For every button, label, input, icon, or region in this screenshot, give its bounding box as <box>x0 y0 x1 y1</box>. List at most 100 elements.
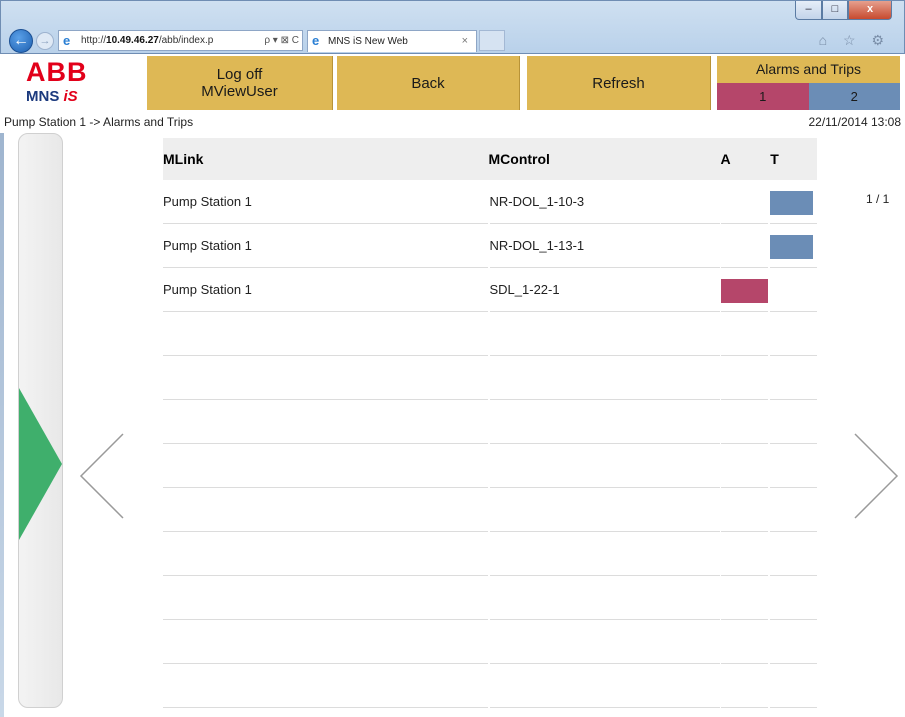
header-mlink[interactable]: MLink <box>163 138 489 180</box>
cell-alarm <box>720 576 769 620</box>
cell-alarm <box>720 180 769 224</box>
browser-titlebar: ← → e http://10.49.46.27/abb/index.p ρ ▾… <box>0 0 905 54</box>
breadcrumb: Pump Station 1 -> Alarms and Trips <box>4 115 194 129</box>
cell-mlink: Pump Station 1 <box>163 268 488 312</box>
cell-mcontrol <box>489 664 720 708</box>
cell-trip <box>770 400 817 444</box>
cell-alarm <box>720 400 769 444</box>
cell-trip <box>770 532 817 576</box>
minimize-icon[interactable]: – <box>795 1 822 20</box>
browser-tab[interactable]: e MNS iS New Web × <box>307 30 477 52</box>
trip-indicator[interactable] <box>770 235 814 259</box>
cell-trip <box>770 488 817 532</box>
cell-alarm <box>720 224 769 268</box>
cell-trip <box>770 356 817 400</box>
cell-mcontrol <box>489 444 720 488</box>
table-row[interactable] <box>163 664 817 708</box>
cell-mcontrol <box>489 620 720 664</box>
table-row[interactable] <box>163 488 817 532</box>
trip-count-badge[interactable]: 2 <box>808 83 900 110</box>
cell-alarm <box>720 312 769 356</box>
cell-alarm <box>720 268 769 312</box>
alarms-trips-panel[interactable]: Alarms and Trips 1 2 <box>717 56 900 110</box>
logo-brand: ABB <box>26 57 88 87</box>
date-time: 22/11/2014 13:08 <box>808 115 901 129</box>
header-mcontrol[interactable]: MControl <box>488 138 720 180</box>
logoff-user: MViewUser <box>201 83 278 100</box>
cell-mcontrol <box>489 312 720 356</box>
cell-mcontrol <box>489 532 720 576</box>
cell-trip <box>770 620 817 664</box>
cell-mlink <box>163 444 488 488</box>
cell-mlink <box>163 312 488 356</box>
table-row[interactable]: Pump Station 1 NR-DOL_1-13-1 <box>163 224 817 268</box>
refresh-button[interactable]: Refresh <box>527 56 711 110</box>
logo-product: MNS iS <box>26 89 78 105</box>
previous-page-chevron-icon[interactable] <box>78 432 126 520</box>
logo-product-suffix: iS <box>63 88 78 105</box>
close-window-icon[interactable]: x <box>848 1 892 20</box>
cell-trip <box>770 224 817 268</box>
tab-title: MNS iS New Web <box>328 36 408 47</box>
forward-arrow-icon[interactable]: → <box>36 32 54 50</box>
cell-mlink <box>163 664 488 708</box>
abb-logo: ABB MNS iS <box>26 58 106 108</box>
table-row[interactable] <box>163 356 817 400</box>
new-tab-button[interactable] <box>479 30 505 51</box>
url-host: 10.49.46.27 <box>106 35 159 46</box>
header-trip[interactable]: T <box>770 138 817 180</box>
cell-alarm <box>720 356 769 400</box>
table-row[interactable] <box>163 444 817 488</box>
table-row[interactable] <box>163 400 817 444</box>
cell-mlink <box>163 532 488 576</box>
cell-mlink: Pump Station 1 <box>163 224 488 268</box>
table-row[interactable] <box>163 312 817 356</box>
table-row[interactable]: Pump Station 1 SDL_1-22-1 <box>163 268 817 312</box>
cell-mlink <box>163 488 488 532</box>
back-arrow-icon[interactable]: ← <box>9 29 33 53</box>
cell-mlink <box>163 400 488 444</box>
tab-close-icon[interactable]: × <box>462 31 468 52</box>
table-row[interactable] <box>163 620 817 664</box>
trip-indicator[interactable] <box>770 191 814 215</box>
home-favorites-settings-icons[interactable]: ⌂ ☆ ⚙ <box>819 32 890 49</box>
expand-menu-arrow-icon[interactable] <box>19 388 62 540</box>
refresh-label: Refresh <box>592 74 645 92</box>
logoff-label: Log off <box>216 66 263 83</box>
table-row[interactable] <box>163 576 817 620</box>
window-controls: – □ x <box>795 1 892 21</box>
cell-mcontrol <box>489 356 720 400</box>
cell-trip <box>770 180 817 224</box>
cell-mcontrol: NR-DOL_1-13-1 <box>489 224 720 268</box>
alarm-count-badge[interactable]: 1 <box>717 83 809 110</box>
url-path: /abb/index.p <box>158 35 214 46</box>
cell-alarm <box>720 664 769 708</box>
cell-mcontrol <box>489 488 720 532</box>
maximize-icon[interactable]: □ <box>822 1 848 20</box>
cell-alarm <box>720 488 769 532</box>
cell-trip <box>770 576 817 620</box>
cell-mcontrol: SDL_1-22-1 <box>489 268 720 312</box>
table-row[interactable] <box>163 532 817 576</box>
cell-mlink: Pump Station 1 <box>163 180 488 224</box>
cell-mlink <box>163 620 488 664</box>
address-tools-icons[interactable]: ρ ▾ ⊠ C <box>264 31 299 50</box>
table-row[interactable]: Pump Station 1 NR-DOL_1-10-3 <box>163 180 817 224</box>
cell-alarm <box>720 532 769 576</box>
url-prefix: http:// <box>81 35 107 46</box>
alarms-table: MLink MControl A T Pump Station 1 NR-DOL_… <box>163 138 817 708</box>
next-page-chevron-icon[interactable] <box>852 432 900 520</box>
back-button[interactable]: Back <box>337 56 520 110</box>
table-header: MLink MControl A T <box>163 138 817 180</box>
alarms-trips-title: Alarms and Trips <box>717 56 900 83</box>
cell-trip <box>770 268 817 312</box>
cell-trip <box>770 664 817 708</box>
alarm-indicator[interactable] <box>720 279 768 303</box>
cell-trip <box>770 444 817 488</box>
logoff-button[interactable]: Log off MViewUser <box>147 56 333 110</box>
header-alarm[interactable]: A <box>720 138 769 180</box>
logo-product-name: MNS <box>26 88 60 105</box>
cell-mcontrol <box>489 400 720 444</box>
page-indicator: 1 / 1 <box>866 192 890 206</box>
address-bar[interactable]: e http://10.49.46.27/abb/index.p ρ ▾ ⊠ C <box>58 30 303 51</box>
